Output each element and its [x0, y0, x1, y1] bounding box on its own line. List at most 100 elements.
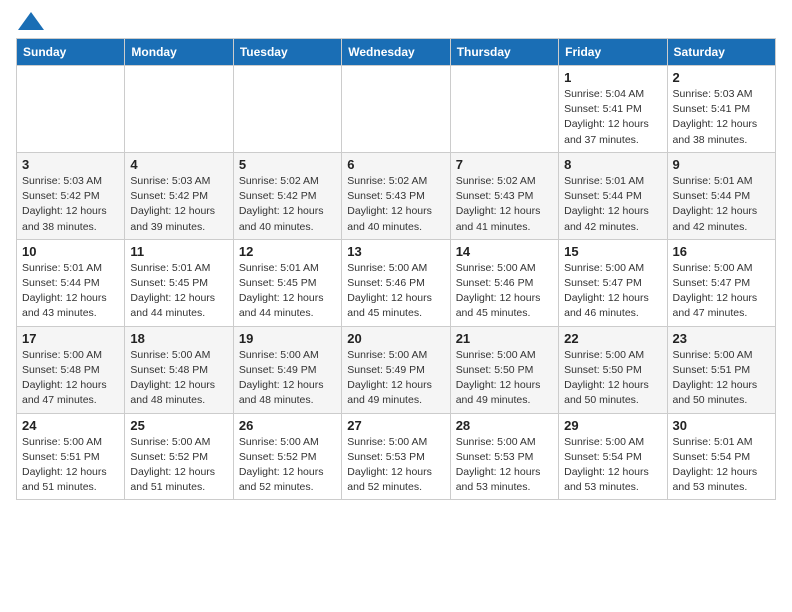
- day-info: Sunrise: 5:00 AM Sunset: 5:47 PM Dayligh…: [673, 261, 770, 322]
- calendar-day-cell: 24 Sunrise: 5:00 AM Sunset: 5:51 PM Dayli…: [17, 413, 125, 500]
- day-info: Sunrise: 5:00 AM Sunset: 5:52 PM Dayligh…: [239, 435, 336, 496]
- day-number: 18: [130, 331, 227, 346]
- calendar-day-cell: 7 Sunrise: 5:02 AM Sunset: 5:43 PM Daylig…: [450, 152, 558, 239]
- day-info: Sunrise: 5:01 AM Sunset: 5:44 PM Dayligh…: [564, 174, 661, 235]
- weekday-header-tuesday: Tuesday: [233, 39, 341, 66]
- calendar-day-cell: 9 Sunrise: 5:01 AM Sunset: 5:44 PM Daylig…: [667, 152, 775, 239]
- calendar-day-cell: 13 Sunrise: 5:00 AM Sunset: 5:46 PM Dayli…: [342, 239, 450, 326]
- calendar-day-cell: 25 Sunrise: 5:00 AM Sunset: 5:52 PM Dayli…: [125, 413, 233, 500]
- calendar-day-cell: 6 Sunrise: 5:02 AM Sunset: 5:43 PM Daylig…: [342, 152, 450, 239]
- day-number: 30: [673, 418, 770, 433]
- day-number: 29: [564, 418, 661, 433]
- calendar-empty-cell: [125, 66, 233, 153]
- calendar-day-cell: 23Sunrise: 5:00 AM Sunset: 5:51 PM Dayli…: [667, 326, 775, 413]
- day-info: Sunrise: 5:00 AM Sunset: 5:49 PM Dayligh…: [347, 348, 444, 409]
- calendar-day-cell: 2 Sunrise: 5:03 AM Sunset: 5:41 PM Daylig…: [667, 66, 775, 153]
- calendar-day-cell: 18Sunrise: 5:00 AM Sunset: 5:48 PM Dayli…: [125, 326, 233, 413]
- calendar-week-row: 17 Sunrise: 5:00 AM Sunset: 5:48 PM Dayli…: [17, 326, 776, 413]
- page-header: [16, 16, 776, 30]
- day-info: Sunrise: 5:00 AM Sunset: 5:54 PM Dayligh…: [564, 435, 661, 496]
- weekday-header-thursday: Thursday: [450, 39, 558, 66]
- calendar-day-cell: 29 Sunrise: 5:00 AM Sunset: 5:54 PM Dayli…: [559, 413, 667, 500]
- day-number: 6: [347, 157, 444, 172]
- day-number: 26: [239, 418, 336, 433]
- calendar-day-cell: 21 Sunrise: 5:00 AM Sunset: 5:50 PM Dayli…: [450, 326, 558, 413]
- day-info: Sunrise: 5:01 AM Sunset: 5:45 PM Dayligh…: [239, 261, 336, 322]
- calendar-day-cell: 30 Sunrise: 5:01 AM Sunset: 5:54 PM Dayli…: [667, 413, 775, 500]
- day-info: Sunrise: 5:00 AM Sunset: 5:46 PM Dayligh…: [347, 261, 444, 322]
- calendar-day-cell: 28 Sunrise: 5:00 AM Sunset: 5:53 PM Dayli…: [450, 413, 558, 500]
- day-info: Sunrise: 5:01 AM Sunset: 5:54 PM Dayligh…: [673, 435, 770, 496]
- day-info: Sunrise: 5:00 AM Sunset: 5:48 PM Dayligh…: [22, 348, 119, 409]
- day-number: 7: [456, 157, 553, 172]
- day-info: Sunrise: 5:00 AM Sunset: 5:49 PM Dayligh…: [239, 348, 336, 409]
- day-info: Sunrise: 5:03 AM Sunset: 5:42 PM Dayligh…: [22, 174, 119, 235]
- day-info: Sunrise: 5:02 AM Sunset: 5:42 PM Dayligh…: [239, 174, 336, 235]
- day-info: Sunrise: 5:00 AM Sunset: 5:52 PM Dayligh…: [130, 435, 227, 496]
- day-number: 15: [564, 244, 661, 259]
- calendar-day-cell: 19 Sunrise: 5:00 AM Sunset: 5:49 PM Dayli…: [233, 326, 341, 413]
- day-info: Sunrise: 5:00 AM Sunset: 5:50 PM Dayligh…: [564, 348, 661, 409]
- day-info: Sunrise: 5:00 AM Sunset: 5:47 PM Dayligh…: [564, 261, 661, 322]
- day-number: 1: [564, 70, 661, 85]
- day-number: 19: [239, 331, 336, 346]
- calendar-day-cell: 16 Sunrise: 5:00 AM Sunset: 5:47 PM Dayli…: [667, 239, 775, 326]
- weekday-header-sunday: Sunday: [17, 39, 125, 66]
- calendar-day-cell: 8 Sunrise: 5:01 AM Sunset: 5:44 PM Daylig…: [559, 152, 667, 239]
- day-info: Sunrise: 5:03 AM Sunset: 5:42 PM Dayligh…: [130, 174, 227, 235]
- weekday-header-saturday: Saturday: [667, 39, 775, 66]
- calendar-week-row: 24 Sunrise: 5:00 AM Sunset: 5:51 PM Dayli…: [17, 413, 776, 500]
- day-number: 11: [130, 244, 227, 259]
- day-info: Sunrise: 5:03 AM Sunset: 5:41 PM Dayligh…: [673, 87, 770, 148]
- calendar-empty-cell: [342, 66, 450, 153]
- day-number: 28: [456, 418, 553, 433]
- calendar-day-cell: 5 Sunrise: 5:02 AM Sunset: 5:42 PM Daylig…: [233, 152, 341, 239]
- logo-arrow-icon: [18, 12, 44, 30]
- day-info: Sunrise: 5:01 AM Sunset: 5:45 PM Dayligh…: [130, 261, 227, 322]
- day-info: Sunrise: 5:00 AM Sunset: 5:50 PM Dayligh…: [456, 348, 553, 409]
- calendar-day-cell: 11 Sunrise: 5:01 AM Sunset: 5:45 PM Dayli…: [125, 239, 233, 326]
- day-info: Sunrise: 5:00 AM Sunset: 5:53 PM Dayligh…: [347, 435, 444, 496]
- day-number: 24: [22, 418, 119, 433]
- day-number: 10: [22, 244, 119, 259]
- calendar-week-row: 10 Sunrise: 5:01 AM Sunset: 5:44 PM Dayli…: [17, 239, 776, 326]
- day-number: 2: [673, 70, 770, 85]
- day-info: Sunrise: 5:01 AM Sunset: 5:44 PM Dayligh…: [673, 174, 770, 235]
- calendar-empty-cell: [17, 66, 125, 153]
- calendar-week-row: 3 Sunrise: 5:03 AM Sunset: 5:42 PM Daylig…: [17, 152, 776, 239]
- calendar-empty-cell: [233, 66, 341, 153]
- calendar-day-cell: 12 Sunrise: 5:01 AM Sunset: 5:45 PM Dayli…: [233, 239, 341, 326]
- day-number: 17: [22, 331, 119, 346]
- day-number: 3: [22, 157, 119, 172]
- weekday-header-wednesday: Wednesday: [342, 39, 450, 66]
- calendar-day-cell: 17 Sunrise: 5:00 AM Sunset: 5:48 PM Dayli…: [17, 326, 125, 413]
- day-number: 25: [130, 418, 227, 433]
- day-number: 12: [239, 244, 336, 259]
- weekday-header-friday: Friday: [559, 39, 667, 66]
- day-number: 22: [564, 331, 661, 346]
- calendar-day-cell: 27Sunrise: 5:00 AM Sunset: 5:53 PM Dayli…: [342, 413, 450, 500]
- calendar-day-cell: 1Sunrise: 5:04 AM Sunset: 5:41 PM Daylig…: [559, 66, 667, 153]
- calendar-table: SundayMondayTuesdayWednesdayThursdayFrid…: [16, 38, 776, 500]
- calendar-header-row: SundayMondayTuesdayWednesdayThursdayFrid…: [17, 39, 776, 66]
- day-number: 21: [456, 331, 553, 346]
- day-info: Sunrise: 5:00 AM Sunset: 5:53 PM Dayligh…: [456, 435, 553, 496]
- calendar-day-cell: 10 Sunrise: 5:01 AM Sunset: 5:44 PM Dayli…: [17, 239, 125, 326]
- day-info: Sunrise: 5:00 AM Sunset: 5:51 PM Dayligh…: [22, 435, 119, 496]
- day-number: 16: [673, 244, 770, 259]
- calendar-day-cell: 20Sunrise: 5:00 AM Sunset: 5:49 PM Dayli…: [342, 326, 450, 413]
- calendar-day-cell: 14Sunrise: 5:00 AM Sunset: 5:46 PM Dayli…: [450, 239, 558, 326]
- calendar-day-cell: 26 Sunrise: 5:00 AM Sunset: 5:52 PM Dayli…: [233, 413, 341, 500]
- weekday-header-monday: Monday: [125, 39, 233, 66]
- calendar-day-cell: 3 Sunrise: 5:03 AM Sunset: 5:42 PM Daylig…: [17, 152, 125, 239]
- day-number: 9: [673, 157, 770, 172]
- day-info: Sunrise: 5:01 AM Sunset: 5:44 PM Dayligh…: [22, 261, 119, 322]
- day-number: 5: [239, 157, 336, 172]
- day-info: Sunrise: 5:02 AM Sunset: 5:43 PM Dayligh…: [347, 174, 444, 235]
- day-number: 23: [673, 331, 770, 346]
- day-info: Sunrise: 5:02 AM Sunset: 5:43 PM Dayligh…: [456, 174, 553, 235]
- day-number: 4: [130, 157, 227, 172]
- calendar-day-cell: 15 Sunrise: 5:00 AM Sunset: 5:47 PM Dayli…: [559, 239, 667, 326]
- day-number: 8: [564, 157, 661, 172]
- day-number: 13: [347, 244, 444, 259]
